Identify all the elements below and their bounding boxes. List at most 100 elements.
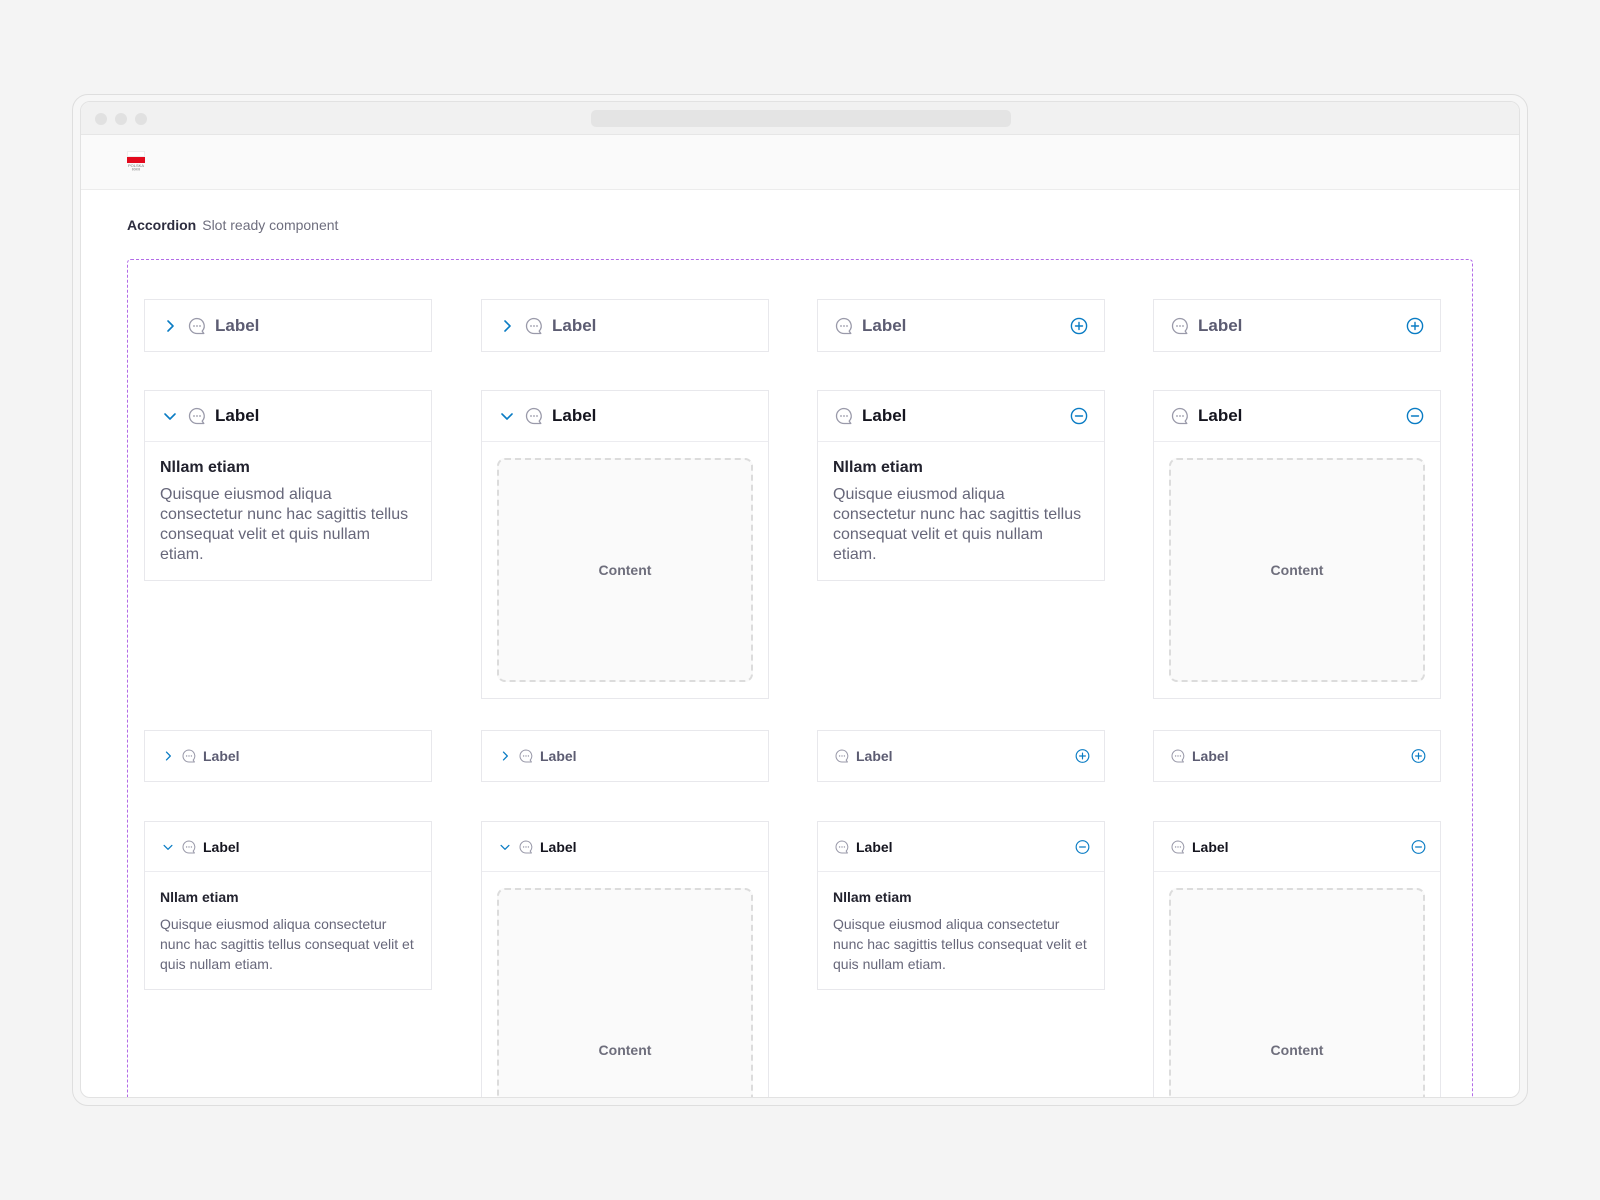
body-title: Nllam etiam <box>833 889 912 905</box>
chevron-right-icon <box>167 319 174 332</box>
chat-bubble-icon <box>188 317 205 334</box>
chat-bubble-icon <box>1171 749 1185 763</box>
accordion-small-closed-chevron-1[interactable]: Label <box>144 730 432 782</box>
accordion-large-open-slot-1[interactable]: Label Content <box>481 390 769 699</box>
chevron-down-icon <box>500 844 510 850</box>
accordion-header[interactable]: Label <box>145 300 431 351</box>
content-slot: Content <box>1169 888 1425 1097</box>
minus-circle-icon <box>1411 839 1426 854</box>
accordion-large-closed-chevron-1[interactable]: Label <box>144 299 432 352</box>
accordion-header[interactable]: Label <box>145 391 431 442</box>
accordion-small-closed-plus-1[interactable]: Label <box>817 730 1105 782</box>
accordion-header[interactable]: Label <box>482 822 768 872</box>
accordion-label: Label <box>215 406 260 425</box>
accordion-header[interactable]: Label <box>145 731 431 781</box>
accordion-small-open-text-2[interactable]: Label Nllam etiam Quisque eiusmod aliqua… <box>817 821 1105 990</box>
accordion-small-closed-chevron-2[interactable]: Label <box>481 730 769 782</box>
accordion-label: Label <box>862 406 907 425</box>
accordion-label: Label <box>552 406 597 425</box>
accordion-large-open-slot-2[interactable]: Label Content <box>1153 390 1441 699</box>
accordion-large-closed-plus-1[interactable]: Label <box>817 299 1105 352</box>
accordion-large-open-text-1[interactable]: Label Nllam etiam Quisque eiusmod aliqua… <box>144 390 432 581</box>
browser-chrome <box>81 102 1519 135</box>
chat-bubble-icon <box>525 317 542 334</box>
app-header: POLSKA ∞∞ <box>81 135 1519 190</box>
window-close-dot[interactable] <box>95 113 107 125</box>
body-title: Nllam etiam <box>833 459 923 476</box>
accordion-small-open-slot-2[interactable]: Label Content <box>1153 821 1441 1097</box>
accordion-header[interactable]: Label <box>818 731 1104 781</box>
chat-bubble-icon <box>182 749 196 763</box>
plus-circle-icon <box>1075 749 1090 763</box>
accordion-small-open-text-1[interactable]: Label Nllam etiam Quisque eiusmod aliqua… <box>144 821 432 990</box>
accordion-header[interactable]: Label <box>482 731 768 781</box>
accordion-label: Label <box>203 838 240 855</box>
accordion-header[interactable]: Label <box>1154 391 1440 442</box>
accordion-label: Label <box>1192 748 1229 764</box>
accordion-header[interactable]: Label <box>1154 731 1440 781</box>
body-title: Nllam etiam <box>160 459 250 476</box>
body-text: Quisque eiusmod aliqua consectetur nunc … <box>160 916 414 972</box>
olympic-rings-icon: ∞∞ <box>131 167 141 173</box>
component-slot-area: Label Label Label Label Label Nllam etia… <box>127 259 1473 1097</box>
chat-bubble-icon <box>835 317 852 334</box>
accordion-body: Nllam etiam Quisque eiusmod aliqua conse… <box>818 442 1104 580</box>
page-title: Accordion <box>127 217 197 233</box>
accordion-header[interactable]: Label <box>482 391 768 442</box>
minus-circle-icon <box>1406 407 1424 425</box>
chevron-down-icon <box>501 413 513 420</box>
chat-bubble-icon <box>188 407 205 425</box>
window-maximize-dot[interactable] <box>135 113 147 125</box>
chat-bubble-icon <box>1171 839 1185 854</box>
accordion-header[interactable]: Label <box>482 300 768 351</box>
chat-bubble-icon <box>835 749 849 763</box>
logo[interactable]: POLSKA ∞∞ <box>127 151 145 175</box>
plus-circle-icon <box>1411 749 1426 763</box>
content-slot: Content <box>497 458 753 682</box>
plus-circle-icon <box>1406 317 1424 334</box>
accordion-small-open-slot-1[interactable]: Label Content <box>481 821 769 1097</box>
chevron-down-icon <box>164 413 176 420</box>
accordion-header[interactable]: Label <box>1154 300 1440 351</box>
minus-circle-icon <box>1075 839 1090 854</box>
accordion-large-closed-chevron-2[interactable]: Label <box>481 299 769 352</box>
page-subtitle: Slot ready component <box>202 217 339 233</box>
chevron-right-icon <box>504 319 511 332</box>
chat-bubble-icon <box>835 839 849 854</box>
content-slot: Content <box>497 888 753 1097</box>
accordion-header[interactable]: Label <box>1154 822 1440 872</box>
accordion-header[interactable]: Label <box>818 300 1104 351</box>
browser-window: POLSKA ∞∞ Accordion Slot ready component … <box>80 101 1520 1098</box>
chat-bubble-icon <box>519 839 533 854</box>
accordion-label: Label <box>1198 406 1243 425</box>
chevron-right-icon <box>502 751 508 761</box>
plus-circle-icon <box>1070 317 1088 334</box>
accordion-body: Nllam etiam Quisque eiusmod aliqua conse… <box>145 442 431 580</box>
accordion-header[interactable]: Label <box>145 822 431 872</box>
chat-bubble-icon <box>835 407 852 425</box>
body-text: Quisque eiusmod aliqua consectetur nunc … <box>833 916 1087 972</box>
chat-bubble-icon <box>525 407 542 425</box>
chevron-down-icon <box>163 844 173 850</box>
minus-circle-icon <box>1070 407 1088 425</box>
accordion-label: Label <box>856 748 893 764</box>
window-minimize-dot[interactable] <box>115 113 127 125</box>
content-slot: Content <box>1169 458 1425 682</box>
accordion-label: Label <box>856 838 893 855</box>
accordion-header[interactable]: Label <box>818 391 1104 442</box>
accordion-label: Label <box>203 748 240 764</box>
accordion-label: Label <box>862 315 907 335</box>
address-bar[interactable] <box>591 110 1011 127</box>
accordion-header[interactable]: Label <box>818 822 1104 872</box>
accordion-label: Label <box>1198 315 1243 335</box>
accordion-label: Label <box>1192 838 1229 855</box>
accordion-label: Label <box>540 838 577 855</box>
accordion-label: Label <box>552 315 597 335</box>
accordion-body: Nllam etiam Quisque eiusmod aliqua conse… <box>818 872 1104 989</box>
body-title: Nllam etiam <box>160 889 239 905</box>
accordion-label: Label <box>540 748 577 764</box>
chat-bubble-icon <box>182 839 196 854</box>
accordion-large-open-text-2[interactable]: Label Nllam etiam Quisque eiusmod aliqua… <box>817 390 1105 581</box>
accordion-large-closed-plus-2[interactable]: Label <box>1153 299 1441 352</box>
accordion-small-closed-plus-2[interactable]: Label <box>1153 730 1441 782</box>
